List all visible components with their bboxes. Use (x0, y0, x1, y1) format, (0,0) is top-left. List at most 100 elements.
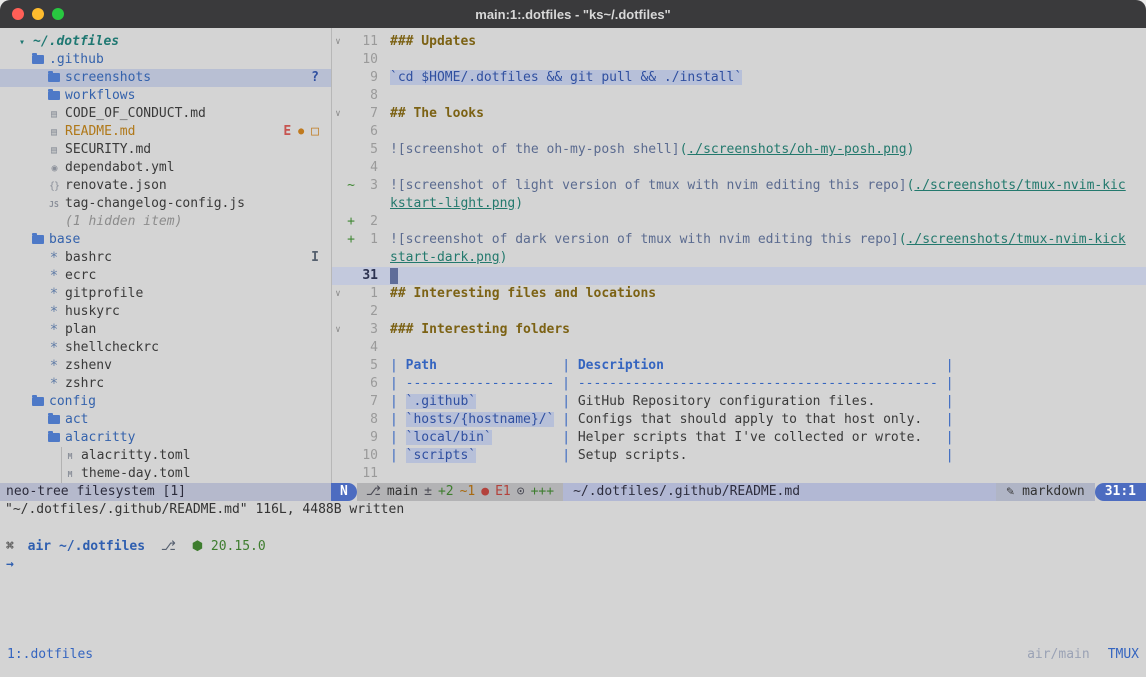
tree-item-alacritty-toml[interactable]: Malacritty.toml (0, 447, 331, 465)
line-text: | `local/bin` | Helper scripts that I've… (384, 429, 954, 447)
tree-icon-slot (46, 69, 62, 87)
editor-line[interactable]: 11 (332, 465, 1146, 483)
prompt-path: air ~/.dotfiles (28, 539, 145, 554)
tree-indent (0, 69, 46, 87)
terminal-bottom-padding (0, 664, 1146, 677)
editor-line[interactable]: 6 (332, 123, 1146, 141)
tmux-statusbar: 1:.dotfiles air/main TMUX (0, 646, 1146, 664)
editor-line[interactable]: +2 (332, 213, 1146, 231)
tree-item-renovate-json[interactable]: {}renovate.json (0, 177, 331, 195)
fold-marker (332, 195, 344, 213)
tree-item-readme-md[interactable]: ▤README.mdE●□ (0, 123, 331, 141)
editor-line[interactable]: 4 (332, 339, 1146, 357)
tree-item-label: base (46, 231, 80, 249)
tree-item-screenshots[interactable]: screenshots? (0, 69, 331, 87)
tree-icon-slot: {} (46, 177, 62, 196)
node-version-number: 20.15.0 (211, 539, 266, 554)
editor-line[interactable]: 7| `.github` | GitHub Repository configu… (332, 393, 1146, 411)
tree-indent (0, 447, 62, 465)
line-text (384, 51, 390, 69)
tree-item-alacritty[interactable]: alacritty (0, 429, 331, 447)
editor-line[interactable]: 31 (332, 267, 1146, 285)
editor-panel: ∨11### Updates109`cd $HOME/.dotfiles && … (331, 28, 1146, 483)
minimize-button[interactable] (32, 8, 44, 20)
editor-line[interactable]: kstart-light.png) (332, 195, 1146, 213)
editor-line[interactable]: ~3![screenshot of light version of tmux … (332, 177, 1146, 195)
tree-item-label: (1 hidden item) (62, 213, 182, 231)
terminal-window: main:1:.dotfiles - "ks~/.dotfiles" ▾~/.d… (0, 0, 1146, 677)
line-text: ### Interesting folders (384, 321, 570, 339)
tree-item-1-hidden-item[interactable]: (1 hidden item) (0, 213, 331, 231)
tree-item-label: zshenv (62, 357, 112, 375)
tree-item-security-md[interactable]: ▤SECURITY.md (0, 141, 331, 159)
editor-line[interactable]: 4 (332, 159, 1146, 177)
tree-item-shellcheckrc[interactable]: *shellcheckrc (0, 339, 331, 357)
tree-item-label: ~/.dotfiles (30, 33, 119, 51)
tree-item-dependabot-yml[interactable]: ◉dependabot.yml (0, 159, 331, 177)
tree-item-bashrc[interactable]: *bashrcI (0, 249, 331, 267)
tree-item-zshrc[interactable]: *zshrc (0, 375, 331, 393)
tree-item-plan[interactable]: *plan (0, 321, 331, 339)
tree-item-dotfiles[interactable]: ▾~/.dotfiles (0, 33, 331, 51)
error-icon: ● (481, 483, 489, 501)
tree-item-act[interactable]: act (0, 411, 331, 429)
editor-line[interactable]: 5![screenshot of the oh-my-posh shell](.… (332, 141, 1146, 159)
tree-item-tag-changelog-config-js[interactable]: JStag-changelog-config.js (0, 195, 331, 213)
editor-line[interactable]: 6| ------------------- | ---------------… (332, 375, 1146, 393)
fold-marker (332, 177, 344, 195)
tree-item-label: alacritty.toml (78, 447, 191, 465)
tree-icon-slot: JS (46, 195, 62, 214)
tree-item-theme-day-toml[interactable]: Mtheme-day.toml (0, 465, 331, 483)
line-number: 3 (358, 177, 384, 195)
editor-line[interactable]: start-dark.png) (332, 249, 1146, 267)
diagnostic-errors: E1 (495, 483, 511, 501)
tree-item-zshenv[interactable]: *zshenv (0, 357, 331, 375)
editor-line[interactable]: 10| `scripts` | Setup scripts. | (332, 447, 1146, 465)
tree-item-huskyrc[interactable]: *huskyrc (0, 303, 331, 321)
editor-line[interactable]: ∨7## The looks (332, 105, 1146, 123)
line-text (384, 339, 390, 357)
error-badge: E (283, 123, 291, 141)
tree-item-workflows[interactable]: workflows (0, 87, 331, 105)
tree-icon-slot (30, 231, 46, 249)
line-number: 31 (358, 267, 384, 285)
zoom-button[interactable] (52, 8, 64, 20)
json-icon: {} (49, 181, 59, 192)
tree-item-label: SECURITY.md (62, 141, 151, 159)
editor-line[interactable]: 9| `local/bin` | Helper scripts that I'v… (332, 429, 1146, 447)
toml-icon: M (68, 470, 73, 479)
editor-line[interactable]: 8 (332, 87, 1146, 105)
titlebar: main:1:.dotfiles - "ks~/.dotfiles" (0, 0, 1146, 28)
editor-line[interactable]: 2 (332, 303, 1146, 321)
git-sign (344, 303, 358, 321)
line-text: `cd $HOME/.dotfiles && git pull && ./ins… (384, 69, 742, 87)
line-number: 9 (358, 429, 384, 447)
editor-line[interactable]: 9`cd $HOME/.dotfiles && git pull && ./in… (332, 69, 1146, 87)
git-sign (344, 159, 358, 177)
editor-line[interactable]: +1![screenshot of dark version of tmux w… (332, 231, 1146, 249)
editor-line[interactable]: ∨11### Updates (332, 33, 1146, 51)
editor-line[interactable]: 8| `hosts/{hostname}/` | Configs that sh… (332, 411, 1146, 429)
tree-item-ecrc[interactable]: *ecrc (0, 267, 331, 285)
tree-item-label: ecrc (62, 267, 96, 285)
editor-line[interactable]: ∨1## Interesting files and locations (332, 285, 1146, 303)
tree-item-config[interactable]: config (0, 393, 331, 411)
editor-line[interactable]: ∨3### Interesting folders (332, 321, 1146, 339)
tree-item-label: .github (46, 51, 104, 69)
tree-item-github[interactable]: .github (0, 51, 331, 69)
tree-icon-slot: * (46, 321, 62, 340)
editor-line[interactable]: 5| Path | Description | (332, 357, 1146, 375)
prompt-arrow: → (6, 556, 1140, 574)
tree-item-label: shellcheckrc (62, 339, 159, 357)
tree-icon-slot (30, 51, 46, 69)
tree-indent (0, 411, 46, 429)
tree-item-gitprofile[interactable]: *gitprofile (0, 285, 331, 303)
shell-pane[interactable]: ⌘ air ~/.dotfiles ⎇ ⬢ 20.15.0 → (0, 519, 1146, 646)
close-button[interactable] (12, 8, 24, 20)
editor-line[interactable]: 10 (332, 51, 1146, 69)
tree-item-code-of-conduct-md[interactable]: ▤CODE_OF_CONDUCT.md (0, 105, 331, 123)
tmux-window-name[interactable]: 1:.dotfiles (7, 646, 93, 664)
tree-indent (0, 33, 14, 51)
tree-item-base[interactable]: base (0, 231, 331, 249)
tree-indent (0, 393, 30, 411)
